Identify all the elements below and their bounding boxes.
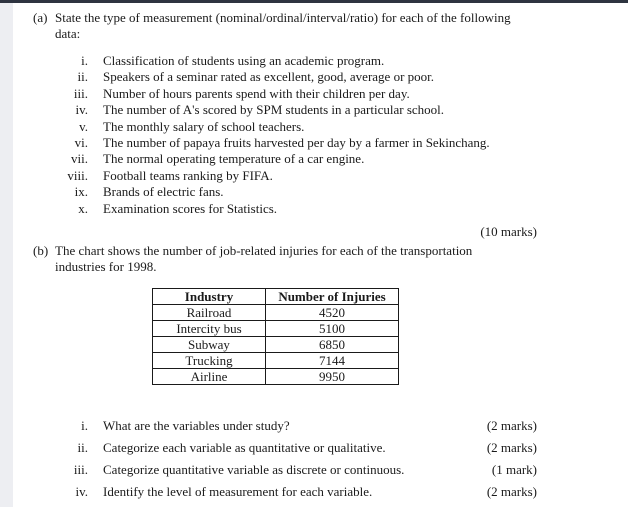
list-item-numeral: viii. [67, 167, 88, 183]
list-item-numeral: iv. [75, 484, 88, 499]
list-item-text: Categorize each variable as quantitative… [103, 440, 386, 455]
list-item: iv. Identify the level of measurement fo… [33, 481, 537, 503]
list-item: ii. Speakers of a seminar rated as excel… [33, 69, 537, 85]
list-item-numeral: x. [78, 200, 88, 216]
part-a-marks: (10 marks) [480, 224, 537, 239]
list-item-text: Football teams ranking by FIFA. [103, 167, 273, 183]
table-row: Railroad 4520 [152, 304, 399, 321]
document-page: (a) State the type of measurement (nomin… [13, 3, 628, 507]
list-item: ix. Brands of electric fans. [33, 184, 537, 200]
part-a-item-list: i. Classification of students using an a… [33, 53, 537, 217]
table-row: Intercity bus 5100 [152, 320, 399, 337]
list-item: iii. Categorize quantitative variable as… [33, 459, 537, 481]
page-left-gutter [0, 3, 13, 507]
list-item: viii. Football teams ranking by FIFA. [33, 168, 537, 184]
list-item: iv. The number of A's scored by SPM stud… [33, 102, 537, 118]
cell-industry: Trucking [152, 352, 266, 369]
column-header-number-of-injuries: Number of Injuries [265, 288, 399, 305]
list-item-text: The number of papaya fruits harvested pe… [103, 134, 490, 150]
part-b-text: The chart shows the number of job-relate… [55, 243, 537, 276]
list-item-numeral: vi. [74, 134, 88, 150]
list-item-marks: (2 marks) [486, 440, 537, 455]
list-item-text: Number of hours parents spend with their… [103, 85, 410, 101]
list-item: v. The monthly salary of school teachers… [33, 119, 537, 135]
question-part-a: (a) State the type of measurement (nomin… [33, 10, 537, 43]
part-a-text: State the type of measurement (nominal/o… [55, 10, 537, 43]
list-item: vii. The normal operating temperature of… [33, 151, 537, 167]
list-item: iii. Number of hours parents spend with … [33, 86, 537, 102]
list-item: x. Examination scores for Statistics. [33, 201, 537, 217]
list-item-numeral: iii. [73, 85, 88, 101]
cell-injuries: 9950 [265, 368, 399, 385]
part-a-text-line1: State the type of measurement (nominal/o… [55, 10, 511, 25]
list-item-numeral: iii. [73, 462, 88, 477]
table-row: Subway 6850 [152, 336, 399, 353]
list-item: i. What are the variables under study? (… [33, 415, 537, 437]
part-b-label: (b) [33, 243, 49, 258]
cell-industry: Subway [152, 336, 266, 353]
list-item-numeral: iv. [75, 102, 88, 118]
list-item-marks: (2 marks) [486, 484, 537, 499]
list-item-numeral: i. [81, 418, 88, 433]
list-item-numeral: vii. [71, 151, 88, 167]
list-item-text: Brands of electric fans. [103, 184, 224, 200]
page-content: (a) State the type of measurement (nomin… [13, 3, 628, 507]
list-item-text: Speakers of a seminar rated as excellent… [103, 69, 435, 85]
cell-injuries: 6850 [265, 336, 399, 353]
list-item-numeral: i. [81, 53, 88, 68]
list-item-text: Examination scores for Statistics. [103, 200, 278, 216]
column-header-industry: Industry [152, 288, 266, 305]
question-part-b: (b) The chart shows the number of job-re… [33, 243, 537, 276]
table-row: Airline 9950 [152, 368, 399, 385]
cell-injuries: 7144 [265, 352, 399, 369]
list-item-marks: (1 mark) [491, 462, 537, 477]
table-row: Trucking 7144 [152, 352, 399, 369]
list-item-text: What are the variables under study? [103, 418, 290, 433]
list-item-numeral: v. [79, 118, 88, 134]
part-b-text-line2: industries for 1998. [55, 259, 157, 275]
cell-injuries: 5100 [265, 320, 399, 337]
list-item-text: Classification of students using an acad… [103, 53, 385, 68]
list-item-numeral: ii. [77, 69, 88, 85]
part-a-text-line2: data: [55, 26, 81, 42]
cell-industry: Airline [152, 368, 266, 385]
list-item-text: The normal operating temperature of a ca… [103, 151, 365, 167]
list-item-numeral: ii. [77, 440, 88, 455]
injuries-table-container: Industry Number of Injuries Railroad 452… [152, 288, 399, 385]
list-item-text: The monthly salary of school teachers. [103, 118, 305, 134]
list-item-text: The number of A's scored by SPM students… [103, 102, 445, 118]
list-item-text: Identify the level of measurement for ea… [103, 484, 373, 499]
list-item: i. Classification of students using an a… [33, 53, 537, 69]
injuries-table: Industry Number of Injuries Railroad 452… [152, 288, 399, 385]
table-header-row: Industry Number of Injuries [152, 288, 399, 305]
list-item: ii. Categorize each variable as quantita… [33, 437, 537, 459]
list-item: vi. The number of papaya fruits harveste… [33, 135, 537, 151]
list-item-text: Categorize quantitative variable as disc… [103, 462, 405, 477]
cell-industry: Intercity bus [152, 320, 266, 337]
list-item-marks: (2 marks) [486, 418, 537, 433]
cell-injuries: 4520 [265, 304, 399, 321]
list-item-numeral: ix. [74, 184, 88, 200]
part-a-label: (a) [33, 10, 48, 25]
part-b-text-line1: The chart shows the number of job-relate… [55, 243, 473, 258]
cell-industry: Railroad [152, 304, 266, 321]
part-b-item-list: i. What are the variables under study? (… [33, 415, 537, 503]
